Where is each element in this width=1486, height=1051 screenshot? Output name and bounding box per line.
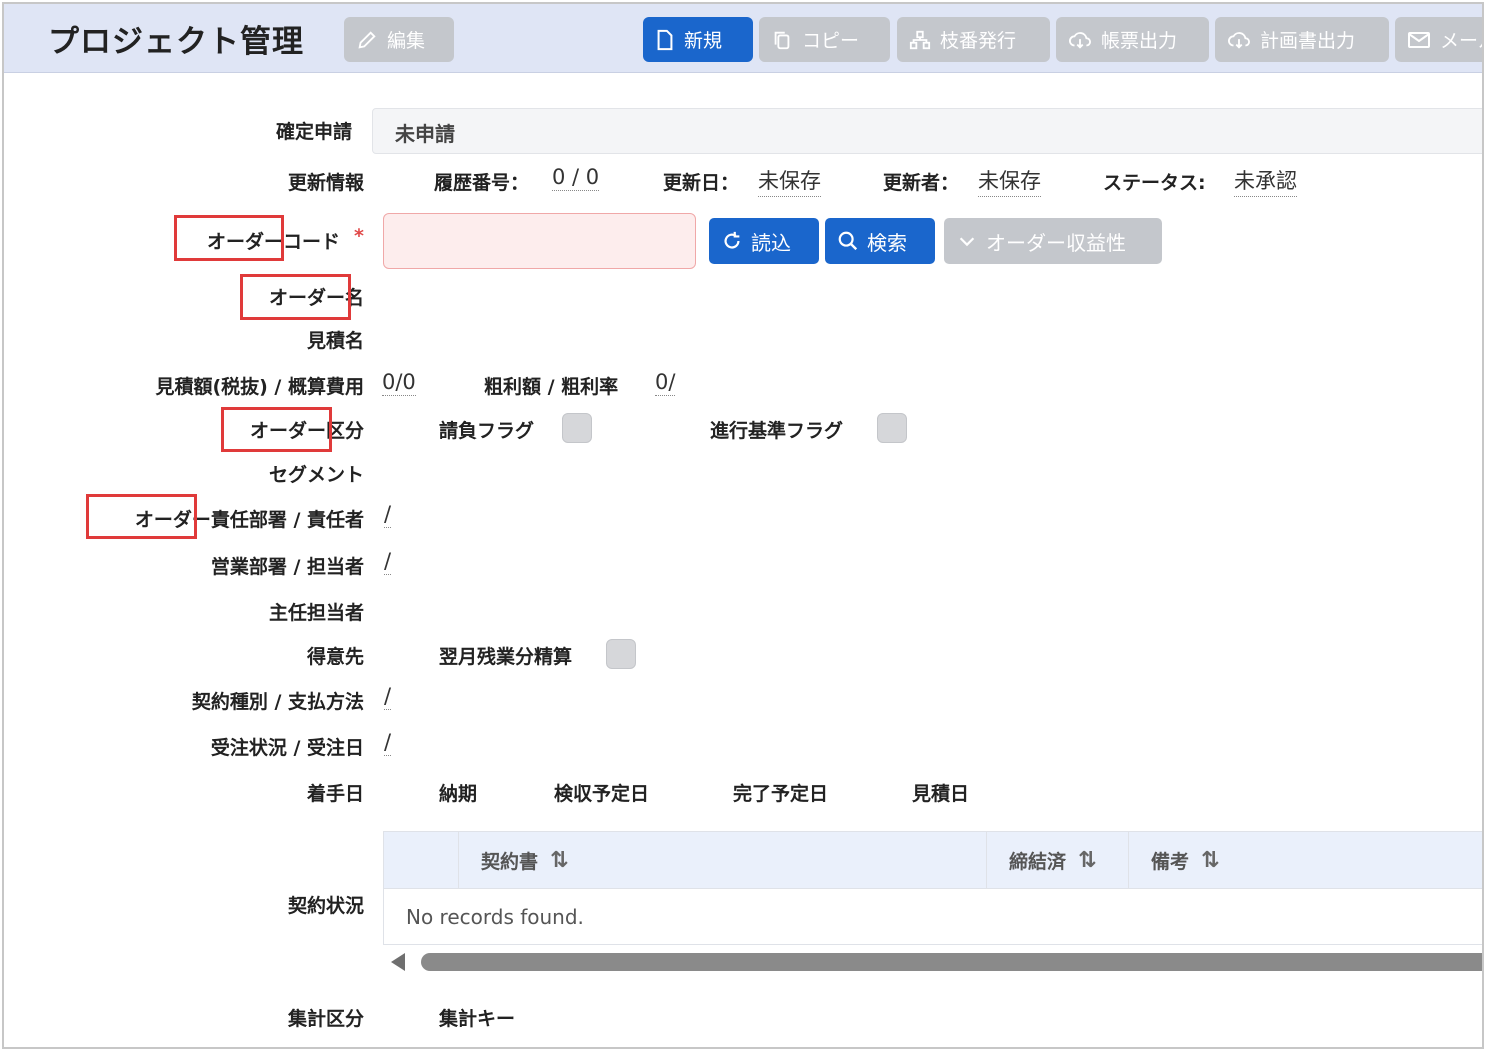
contract-status-label: 契約状況 [287, 895, 364, 917]
chief-label: 主任担当者 [268, 602, 364, 624]
segment-label: セグメント [268, 464, 364, 486]
empty-table-message: No records found. [406, 905, 584, 929]
cloud-download-icon [1228, 31, 1250, 49]
mail-button-label: メール [1440, 30, 1482, 52]
estimate-name-label: 見積名 [306, 330, 364, 352]
report-output-button[interactable]: 帳票出力 [1056, 17, 1209, 62]
status-label: ステータス: [1103, 172, 1206, 194]
update-info-label: 更新情報 [287, 172, 364, 194]
history-number-value: 0 / 0 [552, 165, 600, 191]
confirm-apply-label: 確定申請 [275, 121, 352, 143]
copy-icon [774, 31, 790, 49]
order-status-label: 受注状況 / 受注日 [210, 737, 364, 759]
search-button-label: 検索 [867, 230, 907, 255]
order-profitability-button[interactable]: オーダー収益性 [944, 218, 1162, 264]
sort-icon: ⇅ [1201, 848, 1220, 873]
highlight-box [174, 215, 284, 261]
horizontal-scrollbar[interactable] [383, 950, 1482, 974]
cloud-download-icon [1069, 31, 1091, 49]
highlight-box [221, 407, 332, 452]
sales-dept-label: 営業部署 / 担当者 [210, 556, 364, 578]
progress-flag-checkbox[interactable] [877, 413, 907, 443]
delivery-date-label: 納期 [439, 783, 478, 805]
edit-button-label: 編集 [387, 30, 426, 52]
estimate-amount-label: 見積額(税抜) / 概算費用 [155, 376, 364, 398]
contract-flag-label: 請負フラグ [439, 420, 535, 442]
overtime-settlement-label: 翌月残業分精算 [439, 646, 573, 668]
document-icon [657, 29, 673, 50]
order-code-input[interactable] [383, 213, 696, 269]
updater-value: 未保存 [978, 165, 1041, 197]
gross-profit-value: 0/ [655, 370, 676, 396]
copy-button[interactable]: コピー [759, 17, 890, 62]
chevron-down-icon [959, 237, 975, 247]
column-header-signed[interactable]: 締結済 ⇅ [986, 832, 1128, 889]
update-date-value: 未保存 [758, 165, 821, 197]
gross-profit-label: 粗利額 / 粗利率 [484, 376, 619, 398]
envelope-icon [1408, 31, 1430, 48]
sort-icon: ⇅ [550, 848, 569, 873]
column-header-contract[interactable]: 契約書 ⇅ [458, 832, 986, 889]
sales-dept-value: / [384, 549, 392, 575]
highlight-box [240, 274, 351, 320]
scroll-thumb[interactable] [421, 953, 1482, 971]
plan-output-button-label: 計画書出力 [1260, 30, 1356, 52]
confirm-apply-field: 未申請 [372, 108, 1482, 154]
edit-button[interactable]: 編集 [344, 17, 454, 62]
order-profitability-button-label: オーダー収益性 [986, 230, 1126, 255]
order-dept-value: / [384, 502, 392, 528]
new-button-label: 新規 [684, 30, 723, 52]
progress-flag-label: 進行基準フラグ [710, 420, 844, 442]
aggregation-key-label: 集計キー [439, 1008, 516, 1030]
branch-number-button-label: 枝番発行 [940, 30, 1017, 52]
contract-flag-checkbox[interactable] [562, 413, 592, 443]
load-button-label: 読込 [751, 230, 791, 255]
contract-table: 契約書 ⇅ 締結済 ⇅ 備考 ⇅ No records found. [383, 831, 1482, 945]
sort-icon: ⇅ [1078, 848, 1097, 873]
refresh-icon [724, 231, 740, 249]
plan-output-button[interactable]: 計画書出力 [1215, 17, 1389, 62]
search-icon [838, 231, 858, 251]
table-header: 契約書 ⇅ 締結済 ⇅ 備考 ⇅ [384, 832, 1482, 889]
column-header-remarks[interactable]: 備考 ⇅ [1128, 832, 1482, 889]
update-date-label: 更新日： [663, 172, 740, 194]
branch-number-button[interactable]: 枝番発行 [897, 17, 1050, 62]
aggregation-label: 集計区分 [287, 1008, 364, 1030]
mail-button[interactable]: メール [1395, 17, 1482, 62]
history-number-label: 履歴番号： [434, 172, 530, 194]
estimate-amount-value: 0/0 [382, 370, 416, 396]
start-date-label: 着手日 [306, 783, 364, 805]
sitemap-icon [909, 30, 931, 49]
customer-label: 得意先 [306, 646, 364, 668]
copy-button-label: コピー [802, 30, 860, 52]
contract-type-label: 契約種別 / 支払方法 [191, 691, 364, 713]
updater-label: 更新者： [883, 172, 960, 194]
order-status-value: / [384, 730, 392, 756]
report-output-button-label: 帳票出力 [1101, 30, 1178, 52]
search-button[interactable]: 検索 [825, 218, 935, 264]
overtime-settlement-checkbox[interactable] [606, 639, 636, 669]
scroll-left-arrow-icon[interactable] [391, 953, 405, 971]
pencil-icon [358, 30, 376, 49]
confirm-apply-value: 未申請 [395, 122, 455, 146]
contract-type-value: / [384, 684, 392, 710]
inspection-date-label: 検収予定日 [554, 783, 650, 805]
highlight-box [86, 494, 197, 539]
status-value: 未承認 [1234, 165, 1297, 197]
new-button[interactable]: 新規 [643, 17, 753, 62]
estimate-date-label: 見積日 [912, 783, 970, 805]
app-window: プロジェクト管理 編集 新規 コピー 枝番発行 帳票出力 計画書出力 メー 確定… [2, 2, 1484, 1049]
page-header: プロジェクト管理 編集 新規 コピー 枝番発行 帳票出力 計画書出力 メー [4, 4, 1482, 73]
required-mark: * [354, 225, 364, 247]
page-title: プロジェクト管理 [48, 24, 304, 60]
completion-date-label: 完了予定日 [733, 783, 829, 805]
load-button[interactable]: 読込 [709, 218, 819, 264]
